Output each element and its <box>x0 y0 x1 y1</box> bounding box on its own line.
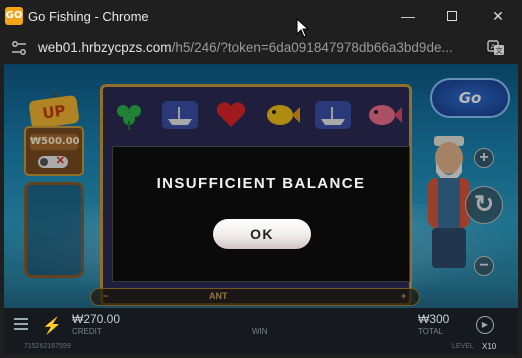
level-value: X10 <box>482 342 497 351</box>
mouse-cursor-icon <box>296 18 310 38</box>
win-label: WIN <box>252 327 268 336</box>
translate-icon[interactable]: 文 A <box>487 40 505 56</box>
level-label: LEVEL <box>452 343 474 350</box>
menu-icon[interactable] <box>14 318 28 332</box>
insufficient-balance-dialog: INSUFFICIENT BALANCE OK <box>112 146 410 282</box>
maximize-button[interactable] <box>437 6 467 26</box>
browser-titlebar: GO Go Fishing - Chrome — ✕ <box>0 0 522 32</box>
session-id: 715262167599 <box>24 343 71 350</box>
url-field[interactable]: web01.hrbzycpzs.com/h5/246/?token=6da091… <box>38 40 453 55</box>
app-icon: GO <box>5 7 23 25</box>
url-path: /h5/246/?token=6da091847978db66a3bd9de..… <box>171 40 453 55</box>
site-settings-icon[interactable] <box>10 40 28 56</box>
turbo-icon[interactable]: ⚡ <box>42 316 62 336</box>
window-title: Go Fishing - Chrome <box>28 9 149 24</box>
ok-button[interactable]: OK <box>213 219 311 249</box>
total-label: TOTAL <box>418 327 444 336</box>
game-bottom-bar: ⚡ ₩270.00 CREDIT WIN ₩300 TOTAL ▶ 715262… <box>4 308 518 354</box>
credit-label: CREDIT <box>72 327 102 336</box>
address-bar: web01.hrbzycpzs.com/h5/246/?token=6da091… <box>0 32 522 64</box>
dialog-title: INSUFFICIENT BALANCE <box>156 175 366 192</box>
total-value: ₩300 <box>418 312 450 326</box>
maximize-icon <box>447 11 457 21</box>
autoplay-icon[interactable]: ▶ <box>476 316 494 334</box>
close-button[interactable]: ✕ <box>483 6 513 26</box>
url-host: web01.hrbzycpzs.com <box>38 40 172 55</box>
svg-text:A: A <box>491 43 496 51</box>
credit-value: ₩270.00 <box>72 312 121 326</box>
minimize-button[interactable]: — <box>393 6 423 26</box>
game-viewport: UP ₩500.00 ✕ Go − ANT + + ↻ − ⚡ ₩270.00 … <box>4 64 518 354</box>
svg-text:文: 文 <box>496 46 503 55</box>
